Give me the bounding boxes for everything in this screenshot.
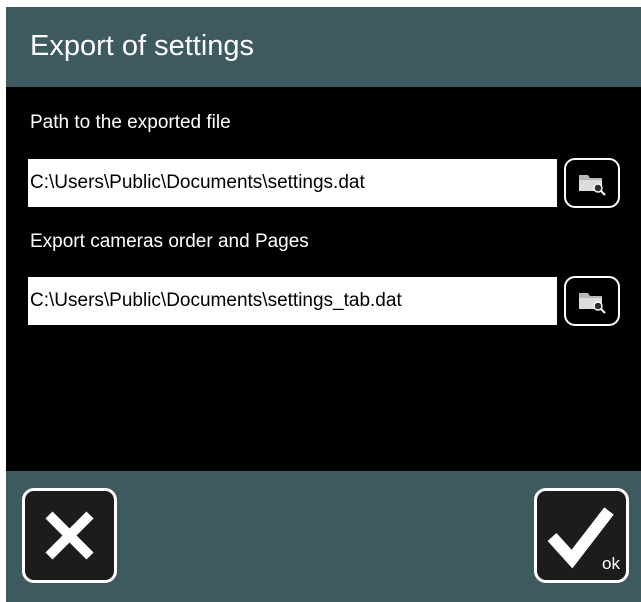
folder-search-icon [579, 175, 606, 196]
cameras-order-pages-label: Export cameras order and Pages [30, 231, 309, 252]
ok-button[interactable]: ok [534, 488, 629, 583]
close-icon [45, 511, 94, 560]
dialog-content: Path to the exported file Export cameras… [6, 87, 641, 471]
exported-file-path-label: Path to the exported file [30, 112, 231, 133]
browse-exported-file-button[interactable] [564, 158, 620, 208]
dialog-title: Export of settings [30, 30, 255, 62]
folder-search-icon [579, 293, 606, 314]
ok-label: ok [602, 554, 620, 573]
dialog-footer: ok [6, 471, 641, 602]
cameras-order-pages-path-input[interactable] [28, 277, 557, 325]
cancel-button[interactable] [22, 488, 117, 583]
dialog-titlebar: Export of settings [6, 7, 641, 87]
export-settings-dialog: Export of settings Path to the exported … [6, 7, 641, 602]
exported-file-path-input[interactable] [28, 159, 557, 207]
browse-cameras-order-pages-button[interactable] [564, 276, 620, 326]
